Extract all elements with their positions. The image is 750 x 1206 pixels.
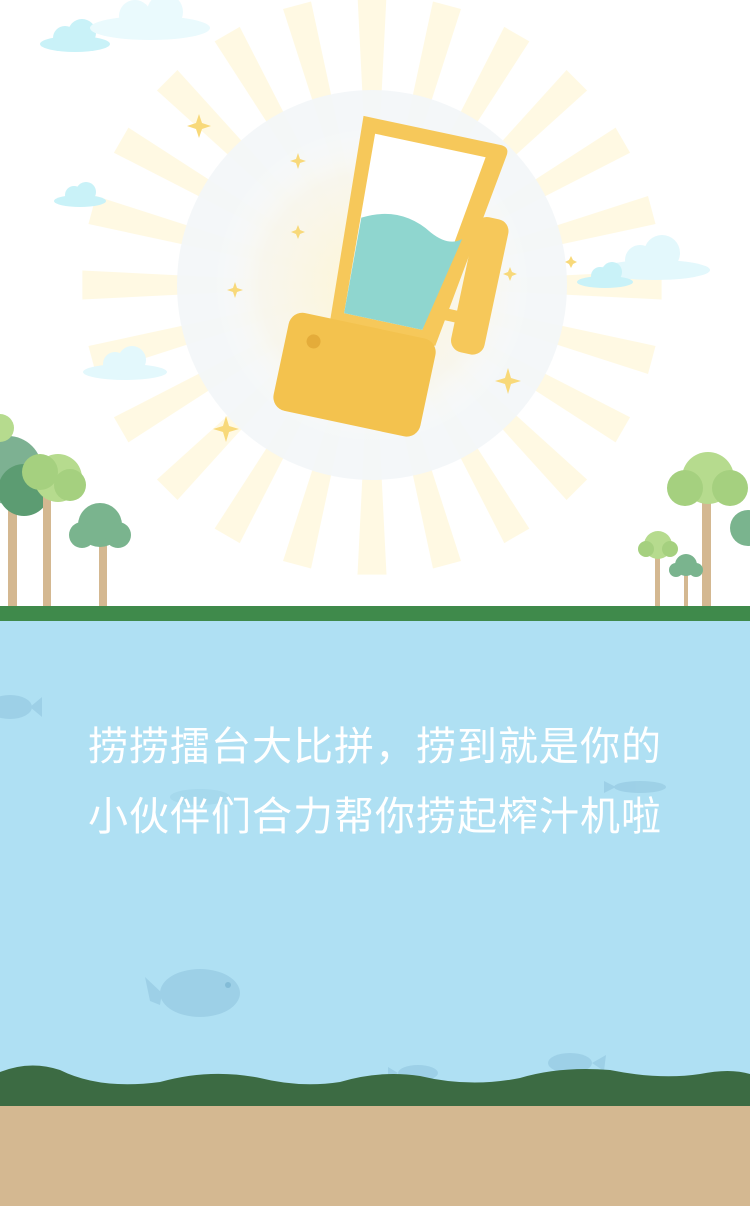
seaweed-hills [0, 1065, 750, 1110]
sparkle-icon [565, 256, 577, 268]
tree-icon [69, 503, 131, 606]
cloud-icon [90, 0, 210, 40]
pond-water [0, 621, 750, 1091]
headline-line-1: 捞捞擂台大比拼，捞到就是你的 [88, 724, 662, 770]
fish-layer [0, 695, 666, 1081]
headline-line-2: 小伙伴们合力帮你捞起榨汁机啦 [88, 794, 662, 840]
cloud-icon [54, 182, 106, 207]
sand-floor [0, 1106, 750, 1206]
promo-headline: 捞捞擂台大比拼，捞到就是你的 小伙伴们合力帮你捞起榨汁机啦 [0, 712, 750, 852]
tree-icon [730, 510, 750, 546]
shore-grass [0, 606, 750, 621]
fish-icon [145, 969, 240, 1017]
tree-icon [669, 554, 703, 606]
tree-icon [0, 414, 50, 606]
prize-glow [0, 0, 750, 606]
